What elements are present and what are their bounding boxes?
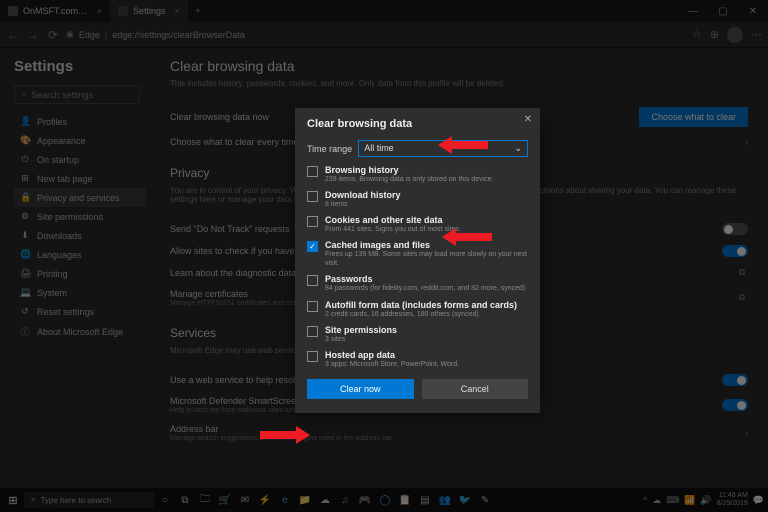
clear-data-dialog: ✕ Clear browsing data Time range All tim…	[295, 108, 540, 413]
annotation-arrow	[442, 226, 492, 248]
clear-now-button[interactable]: Clear now	[307, 379, 414, 399]
cancel-button[interactable]: Cancel	[422, 379, 529, 399]
checkbox-row[interactable]: Autofill form data (includes forms and c…	[307, 300, 528, 319]
checkbox[interactable]	[307, 275, 318, 286]
checkbox-row[interactable]: Download history8 items	[307, 190, 528, 209]
checkbox[interactable]	[307, 326, 318, 337]
checkbox-row[interactable]: Site permissions3 sites	[307, 325, 528, 344]
checkbox-row[interactable]: Cookies and other site dataFrom 441 site…	[307, 215, 528, 234]
checkbox-row[interactable]: Browsing history239 items. Browsing data…	[307, 165, 528, 184]
checkbox[interactable]	[307, 216, 318, 227]
chevron-down-icon: ⌄	[514, 143, 522, 154]
checkbox-row[interactable]: Hosted app data3 apps: Microsoft Store, …	[307, 350, 528, 369]
annotation-arrow	[260, 424, 310, 446]
checkbox-row[interactable]: ✓Cached images and filesFrees up 139 MB.…	[307, 240, 528, 268]
checkbox-row[interactable]: Passwords84 passwords (for fidelity.com,…	[307, 274, 528, 293]
time-range-label: Time range	[307, 144, 352, 154]
dialog-title: Clear browsing data	[307, 118, 528, 130]
checkbox[interactable]	[307, 301, 318, 312]
annotation-arrow	[438, 134, 488, 156]
checkbox[interactable]	[307, 351, 318, 362]
dialog-close-button[interactable]: ✕	[524, 114, 532, 125]
checkbox[interactable]	[307, 166, 318, 177]
checkbox[interactable]: ✓	[307, 241, 318, 252]
checkbox[interactable]	[307, 191, 318, 202]
